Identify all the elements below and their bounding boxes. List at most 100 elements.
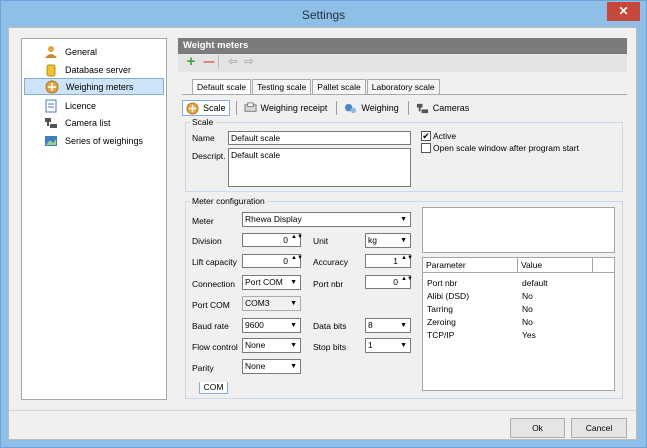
table-row[interactable]: Zeroing No — [423, 317, 614, 329]
title-bar[interactable]: Settings ✕ — [1, 1, 646, 28]
meter-info-box — [422, 207, 615, 253]
subtab-label: Weighing — [361, 103, 399, 113]
sidebar-item-weighing-meters[interactable]: Weighing meters — [24, 78, 164, 95]
tab-com[interactable]: COM — [199, 382, 228, 394]
image-icon — [44, 134, 58, 148]
table-row[interactable]: Port nbr default — [423, 278, 614, 290]
grid-header-parameter[interactable]: Parameter — [423, 258, 518, 273]
chevron-down-icon: ▼ — [400, 237, 407, 244]
spinner-arrows-icon[interactable]: ▲▼ — [291, 234, 303, 240]
subtab-scale[interactable]: Scale — [182, 100, 230, 116]
remove-icon[interactable]: — — [202, 56, 216, 70]
subtab-weighing[interactable]: Weighing — [341, 100, 401, 116]
parity-label: Parity — [192, 363, 214, 373]
subtab-label: Scale — [203, 103, 226, 113]
lift-capacity-label: Lift capacity — [192, 257, 237, 267]
weighing-icon — [344, 102, 357, 115]
name-field[interactable]: Default scale — [228, 131, 411, 145]
close-button[interactable]: ✕ — [607, 2, 640, 21]
baud-rate-select[interactable]: 9600 ▼ — [242, 318, 301, 333]
previous-icon[interactable]: ⇦ — [226, 56, 240, 70]
sidebar-item-licence[interactable]: Licence — [24, 97, 164, 114]
subtab-weighing-receipt[interactable]: Weighing receipt — [241, 100, 331, 116]
toolbar: + — ⇦ ⇨ — [178, 54, 627, 72]
spinner-arrows-icon[interactable]: ▲▼ — [401, 276, 413, 282]
person-icon — [44, 45, 58, 59]
chevron-down-icon: ▼ — [400, 216, 407, 223]
sidebar-item-label: Camera list — [65, 117, 111, 128]
sidebar-item-database-server[interactable]: Database server — [24, 61, 164, 78]
open-window-label: Open scale window after program start — [433, 143, 579, 153]
tab-default-scale[interactable]: Default scale — [192, 79, 252, 95]
port-nbr-spinner[interactable]: 0 ▲▼ — [365, 275, 413, 289]
grid-header: Parameter Value — [423, 258, 614, 273]
chevron-down-icon: ▼ — [400, 342, 407, 349]
flow-control-select[interactable]: None ▼ — [242, 338, 301, 353]
description-field[interactable]: Default scale — [228, 148, 411, 187]
sidebar-item-label: Weighing meters — [66, 81, 134, 92]
active-checkbox[interactable]: ✔ — [421, 131, 431, 141]
grid-cell-value: Yes — [522, 330, 536, 340]
subtab-separator — [235, 101, 237, 115]
window-title: Settings — [301, 8, 346, 22]
chevron-down-icon: ▼ — [290, 279, 297, 286]
grid-cell-parameter: TCP/IP — [427, 330, 455, 340]
chevron-down-icon: ▼ — [290, 363, 297, 370]
grid-header-value[interactable]: Value — [518, 258, 593, 273]
sidebar-item-general[interactable]: General — [24, 43, 164, 60]
grid-cell-parameter: Tarring — [427, 304, 453, 314]
receipt-icon — [243, 101, 257, 115]
parity-select[interactable]: None ▼ — [242, 359, 301, 374]
connection-label: Connection — [192, 279, 236, 289]
data-bits-select[interactable]: 8 ▼ — [365, 318, 411, 333]
table-row[interactable]: Tarring No — [423, 304, 614, 316]
tab-testing-scale[interactable]: Testing scale — [252, 79, 312, 94]
grid-cell-parameter: Port nbr — [427, 278, 458, 288]
accuracy-label: Accuracy — [313, 257, 348, 267]
next-icon[interactable]: ⇨ — [242, 56, 256, 70]
tab-laboratory-scale[interactable]: Laboratory scale — [366, 79, 440, 94]
sidebar-item-label: Database server — [65, 64, 132, 75]
sidebar-item-label: Series of weighings — [65, 135, 144, 146]
division-spinner[interactable]: 0 ▲▼ — [242, 233, 303, 247]
chevron-down-icon: ▼ — [290, 300, 297, 307]
scale-group-title: Scale — [190, 117, 216, 127]
subtab-label: Cameras — [432, 103, 470, 113]
subtab-separator — [407, 101, 409, 115]
data-bits-label: Data bits — [313, 321, 347, 331]
table-row[interactable]: TCP/IP Yes — [423, 330, 614, 342]
sidebar-item-series-of-weighings[interactable]: Series of weighings — [24, 132, 164, 149]
unit-select[interactable]: kg ▼ — [365, 233, 411, 248]
open-window-checkbox[interactable] — [421, 143, 431, 153]
subtab-cameras[interactable]: Cameras — [413, 100, 473, 116]
port-com-select[interactable]: COM3 ▼ — [242, 296, 301, 311]
grid-cell-value: No — [522, 317, 533, 327]
lift-capacity-spinner[interactable]: 0 ▲▼ — [242, 254, 303, 268]
unit-label: Unit — [313, 236, 329, 246]
subtab-label: Weighing receipt — [260, 103, 328, 113]
connection-select[interactable]: Port COM ▼ — [242, 275, 301, 290]
grid-cell-value: No — [522, 291, 533, 301]
scale-icon — [45, 80, 59, 94]
description-label: Descript. — [192, 151, 226, 161]
stop-bits-select[interactable]: 1 ▼ — [365, 338, 411, 353]
flow-control-value: None — [245, 340, 266, 350]
spinner-arrows-icon[interactable]: ▲▼ — [401, 255, 413, 261]
accuracy-spinner[interactable]: 1 ▲▼ — [365, 254, 413, 268]
stop-bits-value: 1 — [368, 340, 373, 350]
meter-value: Rhewa Display — [245, 214, 302, 224]
division-value: 0 — [283, 235, 288, 245]
ok-button[interactable]: Ok — [510, 418, 565, 438]
spinner-arrows-icon[interactable]: ▲▼ — [291, 255, 303, 261]
grid-cell-parameter: Alibi (DSD) — [427, 291, 470, 301]
connection-value: Port COM — [245, 277, 283, 287]
add-icon[interactable]: + — [184, 54, 198, 70]
cancel-button[interactable]: Cancel — [571, 418, 627, 438]
port-nbr-label: Port nbr — [313, 279, 344, 289]
tab-pallet-scale[interactable]: Pallet scale — [312, 79, 366, 94]
baud-rate-label: Baud rate — [192, 321, 229, 331]
meter-select[interactable]: Rhewa Display ▼ — [242, 212, 411, 227]
database-icon — [44, 63, 58, 77]
table-row[interactable]: Alibi (DSD) No — [423, 291, 614, 303]
sidebar-item-camera-list[interactable]: Camera list — [24, 114, 164, 131]
